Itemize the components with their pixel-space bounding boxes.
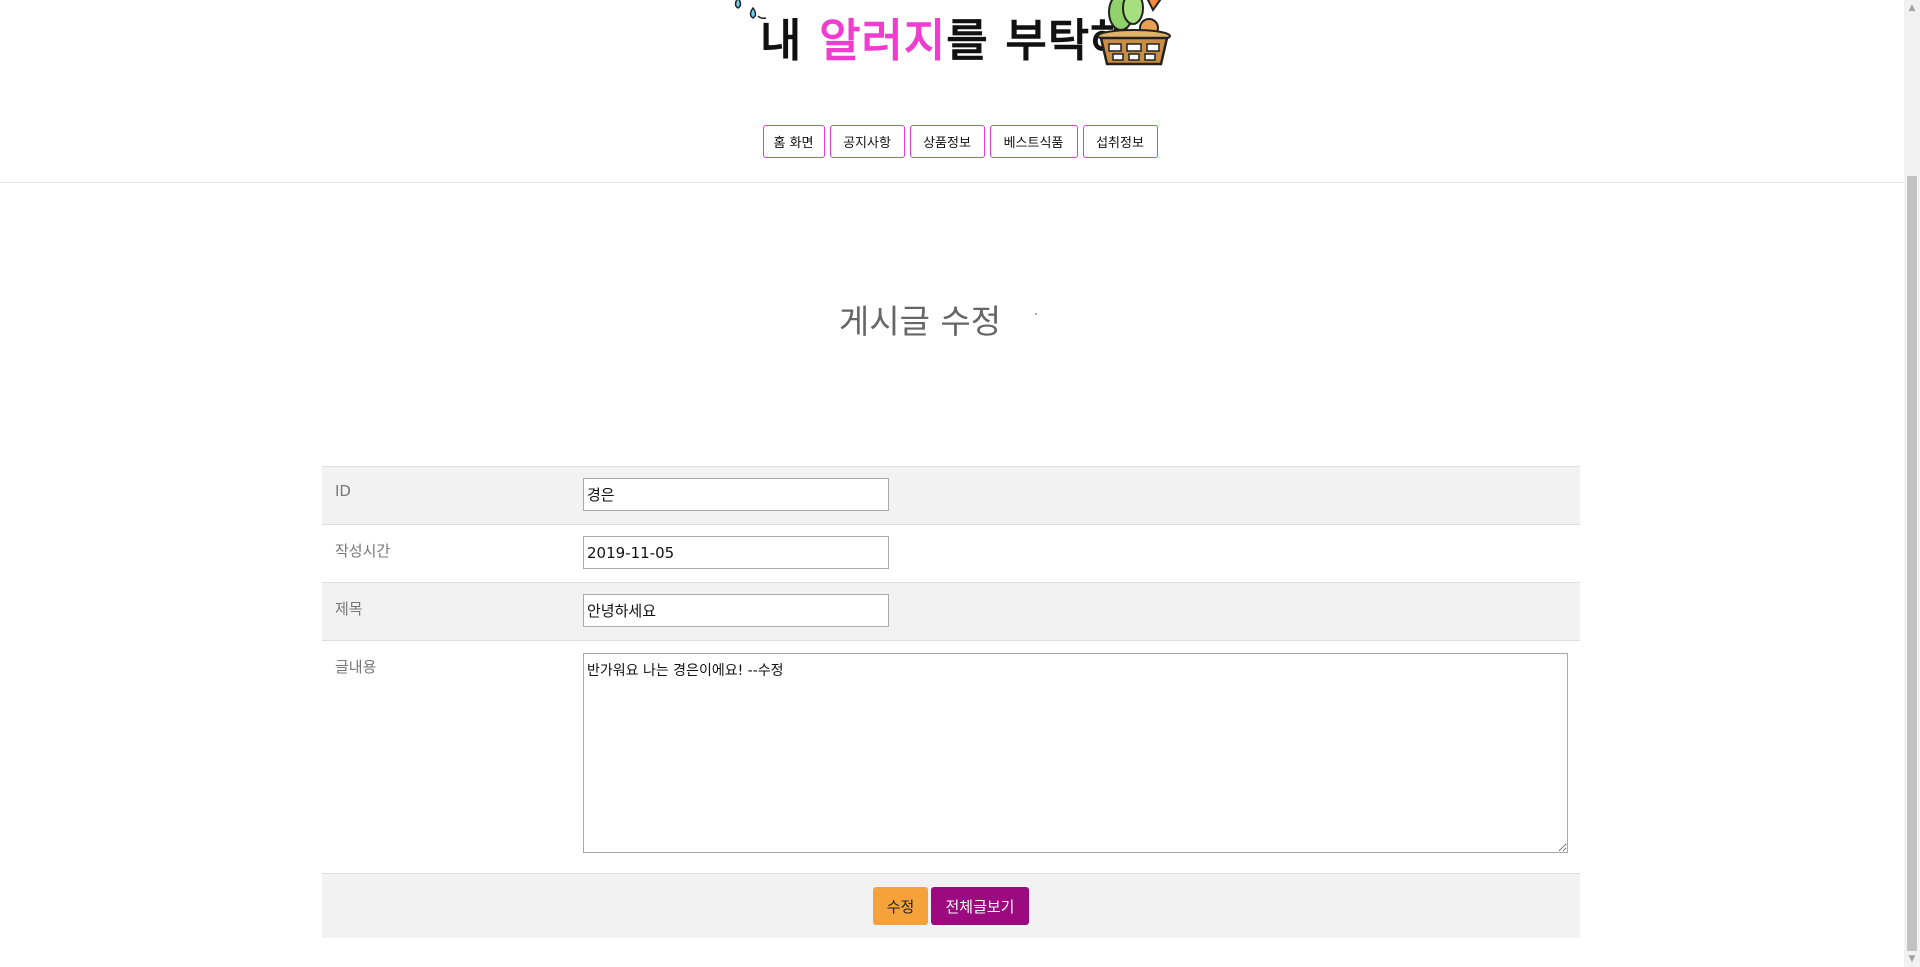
nav-products[interactable]: 상품정보 [909, 125, 985, 158]
nav-best-food[interactable]: 베스트식품 [989, 125, 1078, 158]
scroll-thumb[interactable] [1907, 176, 1917, 951]
nav-intake[interactable]: 섭취정보 [1082, 125, 1158, 158]
nav-home[interactable]: 홈 화면 [762, 125, 825, 158]
content-label: 글내용 [335, 658, 377, 676]
id-label: ID [335, 482, 351, 500]
form-row-subject: 제목 [322, 582, 1580, 640]
form-row-id: ID [322, 466, 1580, 524]
logo-text-highlight: 알러지 [819, 14, 947, 67]
subject-input[interactable] [583, 594, 889, 627]
page-title: 게시글 수정 [838, 302, 1002, 341]
vertical-scrollbar[interactable]: ▲ ▼ [1904, 0, 1920, 967]
form-row-content: 글내용 반가워요 나는 경은이에요! --수정 [322, 640, 1580, 873]
edit-button[interactable]: 수정 [873, 887, 928, 925]
logo-text-part1: 내 [760, 14, 820, 67]
content-textarea[interactable]: 반가워요 나는 경은이에요! --수정 [583, 653, 1568, 853]
scroll-up-icon[interactable]: ▲ [1904, 0, 1920, 16]
date-label: 작성시간 [335, 542, 391, 560]
vegetable-basket-icon [1097, 0, 1171, 66]
main-nav: 홈 화면 공지사항 상품정보 베스트식품 섭취정보 [0, 125, 1920, 158]
nav-notice[interactable]: 공지사항 [829, 125, 905, 158]
form-actions: 수정 전체글보기 [322, 873, 1580, 938]
subject-label: 제목 [335, 600, 363, 618]
decorative-dot [1035, 313, 1037, 315]
date-input[interactable] [583, 536, 889, 569]
site-logo[interactable]: 내 알러지를 부탁해 [720, 0, 1180, 76]
form-row-date: 작성시간 [322, 524, 1580, 582]
logo-title: 내 알러지를 부탁해 [760, 4, 1133, 69]
view-all-button[interactable]: 전체글보기 [931, 887, 1029, 925]
scroll-down-icon[interactable]: ▼ [1904, 951, 1920, 967]
id-input[interactable] [583, 478, 889, 511]
header-divider [0, 182, 1904, 183]
